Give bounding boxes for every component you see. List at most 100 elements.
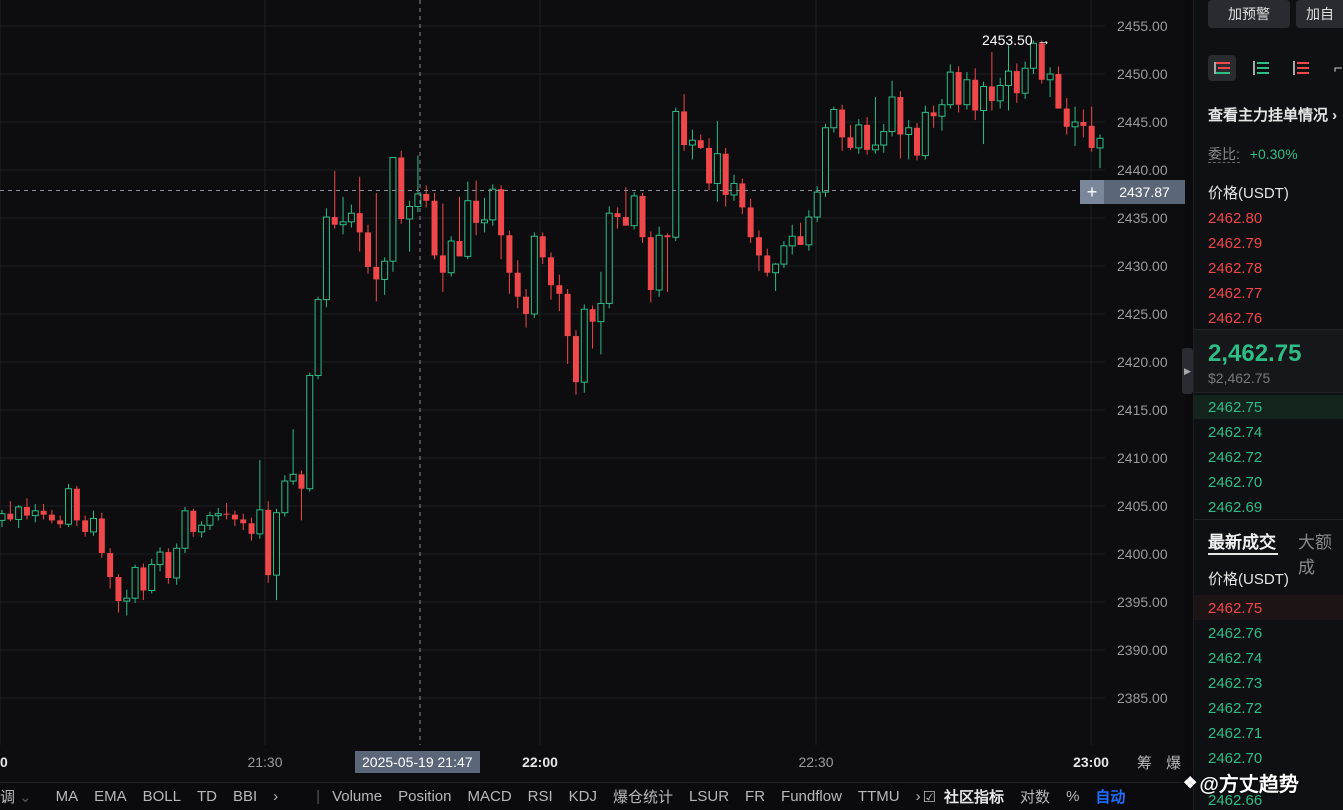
candle-body [830,109,838,129]
orderbook-both-icon[interactable] [1208,55,1236,81]
indicator-kdj[interactable]: KDJ [569,788,597,805]
candle [82,515,89,537]
candle [57,515,64,529]
candle-body [464,200,472,257]
candle [755,230,762,271]
view-main-orders-link[interactable]: 查看主力挂单情况 › [1208,104,1337,125]
ask-price[interactable]: 2462.79 [1208,235,1262,252]
candle [131,564,139,603]
candle-body [456,241,463,257]
candle-body [181,510,189,549]
orderbook-bids-icon[interactable] [1247,55,1275,81]
candle [464,181,472,260]
candle [231,510,238,527]
candle [1055,66,1062,109]
bid-price[interactable]: 2462.69 [1208,499,1262,516]
tab-large-trades[interactable]: 大额成 [1298,528,1343,578]
ask-price[interactable]: 2462.80 [1208,210,1262,227]
candle-body [347,212,355,223]
candle-body [839,109,846,138]
candle-body [655,234,663,291]
candle-body [797,236,804,245]
liquidation-toggle[interactable]: 爆 [1166,752,1181,773]
indicator-td[interactable]: TD [197,788,217,805]
chart-canvas[interactable]: 2455.00 2450.00 2445.00 2440.00 2435.00 2430.… [0,0,1185,782]
candle [514,260,521,309]
indicator-boll[interactable]: BOLL [143,788,181,805]
y-tick-label: 2400.00 [1117,546,1168,562]
indicator-volume[interactable]: Volume [332,788,382,805]
bid-price[interactable]: 2462.72 [1208,449,1262,466]
candle-body [206,515,214,526]
indicator-fundflow[interactable]: Fundflow [781,788,842,805]
candle [1005,45,1012,111]
auto-scale-toggle[interactable]: 自动 [1095,786,1125,807]
bid-price[interactable]: 2462.74 [1208,424,1262,441]
candle-body [398,157,405,219]
candle-body [373,266,380,280]
candle-body [57,520,64,525]
candle-body [173,547,181,579]
candle-body [273,512,280,576]
edit-icon[interactable]: ☑ [923,788,936,806]
chevron-right-icon[interactable]: › [916,788,921,805]
candle-body [107,553,114,578]
candle [921,105,929,160]
percent-scale-toggle[interactable]: % [1066,788,1079,805]
plus-icon[interactable]: + [1080,180,1104,204]
candle-body [489,188,497,221]
candle [289,429,297,485]
candle [398,150,405,224]
indicator-ema[interactable]: EMA [94,788,127,805]
candle [739,178,746,215]
candle-body [980,85,988,111]
candlestick-chart[interactable]: 2455.00 2450.00 2445.00 2440.00 2435.00 2430.… [0,0,1185,782]
log-scale-toggle[interactable]: 对数 [1020,786,1050,807]
indicator-macd[interactable]: MACD [467,788,511,805]
tab-latest-trades[interactable]: 最新成交 [1208,528,1276,553]
candle-body [921,111,929,157]
indicator-lsur[interactable]: LSUR [689,788,729,805]
chevron-down-icon[interactable]: ⌄ [19,788,32,806]
indicator-fragment[interactable]: 调 [0,786,15,807]
community-indicators-link[interactable]: 社区指标 [944,786,1004,807]
candle [48,509,55,524]
candle-body [156,551,164,566]
indicator-ttmu[interactable]: TTMU [858,788,900,805]
collapse-panel-button[interactable]: ▶ [1182,348,1193,394]
candle [788,224,796,255]
candle-body [713,153,721,184]
candle-body [730,182,738,196]
candle [580,304,588,393]
indicator-fr[interactable]: FR [745,788,765,805]
ask-price[interactable]: 2462.78 [1208,260,1262,277]
ask-price[interactable]: 2462.77 [1208,285,1262,302]
bid-price[interactable]: 2462.75 [1208,399,1262,416]
indicator-bbi[interactable]: BBI [233,788,257,805]
indicator-rsi[interactable]: RSI [528,788,553,805]
expand-icon[interactable]: ⌐ [1324,55,1343,81]
candle [165,548,172,584]
candle-body [115,577,122,602]
ask-price[interactable]: 2462.76 [1208,310,1262,327]
candle [473,180,480,236]
indicator-ma[interactable]: MA [56,788,79,805]
candle-body [996,85,1004,102]
candle-body [572,336,579,383]
indicator-position[interactable]: Position [398,788,451,805]
bid-price[interactable]: 2462.70 [1208,474,1262,491]
candle-body [256,509,264,535]
crosshair-price-label[interactable]: + 2437.87 [1080,180,1185,204]
indicator-liquidation[interactable]: 爆仓统计 [613,786,673,807]
orderbook-asks-icon[interactable] [1287,55,1315,81]
add-alert-button[interactable]: 加预警 [1208,0,1290,28]
candle [855,119,863,154]
candle-body [722,153,729,195]
chevron-right-icon[interactable]: › [273,788,278,805]
bid-ask-ratio: 委比: +0.30% [1208,144,1298,164]
candle-body [322,216,330,301]
x-tick-label: 22:00 [522,754,558,770]
add-custom-button[interactable]: 加自 [1296,0,1343,28]
candle-body [664,235,671,238]
chip-distribution-toggle[interactable]: 筹 [1137,752,1152,773]
